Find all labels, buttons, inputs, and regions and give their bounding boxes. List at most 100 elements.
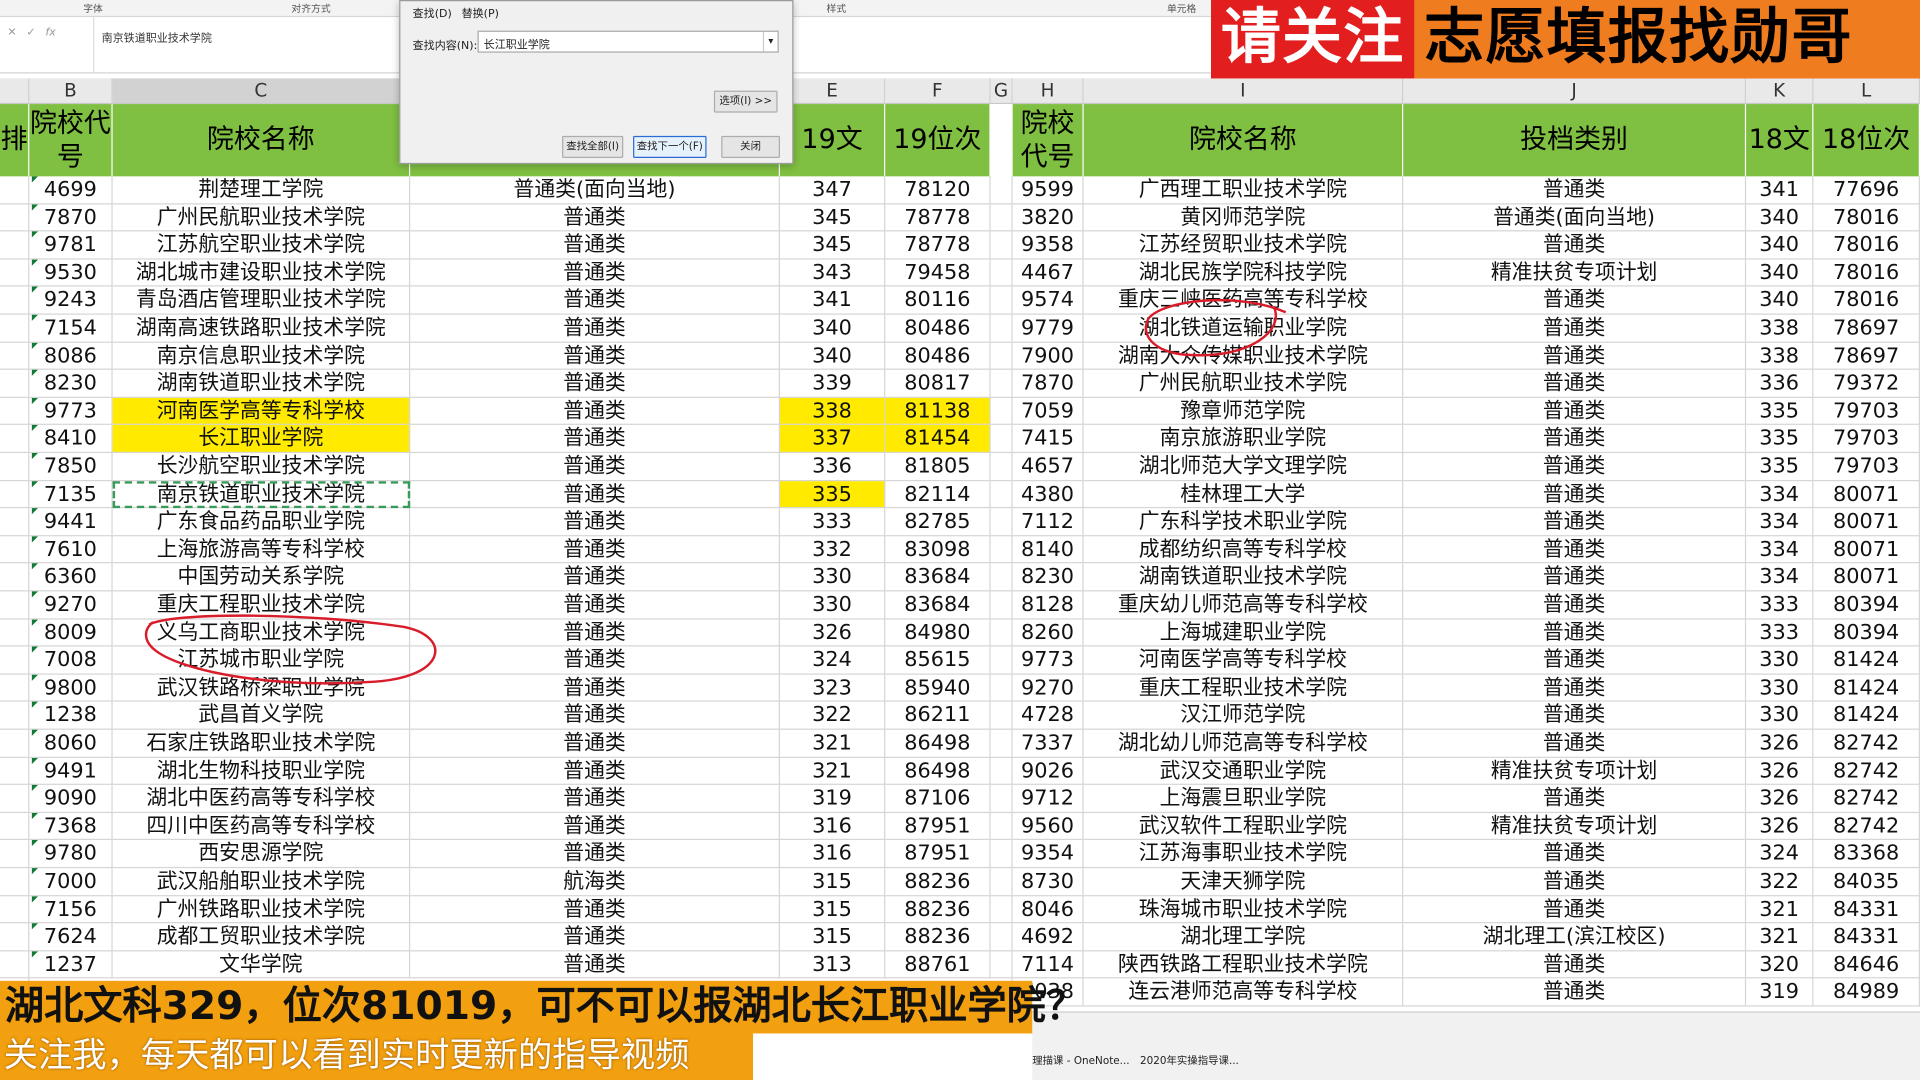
right-cell-score[interactable]: 321 bbox=[1746, 895, 1814, 924]
right-cell-score[interactable]: 330 bbox=[1746, 702, 1814, 730]
left-cell-type[interactable]: 普通类 bbox=[410, 729, 781, 758]
left-cell-score[interactable]: 332 bbox=[780, 536, 886, 564]
right-cell-type[interactable]: 普通类 bbox=[1403, 619, 1747, 647]
left-cell-type[interactable]: 普通类 bbox=[410, 259, 781, 288]
confirm-icon[interactable]: ✓ bbox=[26, 27, 35, 44]
right-cell-score[interactable]: 340 bbox=[1746, 203, 1814, 232]
left-cell-score[interactable]: 319 bbox=[780, 785, 886, 813]
right-cell-name[interactable]: 珠海城市职业技术学院 bbox=[1083, 895, 1404, 924]
left-cell-name[interactable]: 武汉铁路桥梁职业学院 bbox=[112, 674, 411, 703]
left-cell-code[interactable]: 6360 bbox=[29, 563, 113, 592]
right-cell-code[interactable]: 3820 bbox=[1012, 203, 1084, 232]
left-cell-name[interactable]: 中国劳动关系学院 bbox=[112, 563, 411, 592]
right-cell-type[interactable]: 普通类 bbox=[1403, 646, 1747, 675]
right-cell-name[interactable]: 上海城建职业学院 bbox=[1083, 619, 1404, 647]
right-cell-score[interactable]: 336 bbox=[1746, 370, 1814, 398]
left-cell-score[interactable]: 315 bbox=[780, 895, 886, 924]
right-cell-name[interactable]: 湖北铁道运输职业学院 bbox=[1083, 314, 1404, 343]
right-cell-rank[interactable]: 84646 bbox=[1813, 951, 1920, 979]
left-cell-rank[interactable]: 83684 bbox=[885, 591, 991, 620]
left-cell-code[interactable]: 9090 bbox=[29, 785, 113, 813]
edge-cell[interactable] bbox=[0, 342, 30, 371]
left-cell-score[interactable]: 340 bbox=[780, 314, 886, 343]
left-cell-type[interactable]: 普通类 bbox=[410, 480, 781, 509]
left-cell-code[interactable]: 7000 bbox=[29, 868, 113, 896]
right-cell-code[interactable]: 7870 bbox=[1012, 370, 1084, 398]
left-cell-score[interactable]: 330 bbox=[780, 563, 886, 592]
left-cell-name[interactable]: 长江职业学院 bbox=[112, 425, 411, 454]
right-cell-code[interactable]: 9574 bbox=[1012, 287, 1084, 315]
left-cell-type[interactable]: 普通类 bbox=[410, 314, 781, 343]
left-cell-type[interactable]: 普通类 bbox=[410, 563, 781, 592]
right-cell-rank[interactable]: 78016 bbox=[1813, 287, 1920, 315]
right-cell-type[interactable]: 普通类 bbox=[1403, 978, 1747, 1007]
right-cell-name[interactable]: 湖北民族学院科技学院 bbox=[1083, 259, 1404, 288]
left-cell-code[interactable]: 9781 bbox=[29, 231, 113, 260]
right-cell-code[interactable]: 9354 bbox=[1012, 840, 1084, 869]
left-cell-code[interactable]: 7156 bbox=[29, 895, 113, 924]
left-cell-score[interactable]: 321 bbox=[780, 729, 886, 758]
right-cell-type[interactable]: 普通类 bbox=[1403, 397, 1747, 426]
ribbon-group-font[interactable]: 字体 bbox=[83, 2, 103, 15]
gap-cell[interactable] bbox=[990, 480, 1013, 509]
left-cell-rank[interactable]: 80486 bbox=[885, 342, 991, 371]
right-cell-score[interactable]: 340 bbox=[1746, 259, 1814, 288]
left-cell-code[interactable]: 7135 bbox=[29, 480, 113, 509]
left-cell-name[interactable]: 广州铁路职业技术学院 bbox=[112, 895, 411, 924]
left-cell-rank[interactable]: 80486 bbox=[885, 314, 991, 343]
right-cell-type[interactable]: 普通类 bbox=[1403, 453, 1747, 481]
left-cell-score[interactable]: 315 bbox=[780, 868, 886, 896]
left-cell-name[interactable]: 南京信息职业技术学院 bbox=[112, 342, 411, 371]
left-cell-rank[interactable]: 87951 bbox=[885, 812, 991, 841]
right-cell-type[interactable]: 普通类 bbox=[1403, 425, 1747, 454]
right-cell-code[interactable]: 8230 bbox=[1012, 563, 1084, 592]
left-cell-rank[interactable]: 86211 bbox=[885, 702, 991, 730]
edge-cell[interactable] bbox=[0, 923, 30, 952]
left-cell-name[interactable]: 西安思源学院 bbox=[112, 840, 411, 869]
gap-cell[interactable] bbox=[990, 397, 1013, 426]
right-cell-rank[interactable]: 77696 bbox=[1813, 176, 1920, 204]
left-cell-rank[interactable]: 79458 bbox=[885, 259, 991, 288]
right-cell-code[interactable]: 4467 bbox=[1012, 259, 1084, 288]
edge-cell[interactable] bbox=[0, 176, 30, 204]
right-cell-name[interactable]: 广州民航职业技术学院 bbox=[1083, 370, 1404, 398]
left-cell-name[interactable]: 长沙航空职业技术学院 bbox=[112, 453, 411, 481]
left-cell-score[interactable]: 313 bbox=[780, 951, 886, 979]
left-cell-rank[interactable]: 78778 bbox=[885, 231, 991, 260]
right-cell-rank[interactable]: 82742 bbox=[1813, 729, 1920, 758]
right-cell-rank[interactable]: 81424 bbox=[1813, 646, 1920, 675]
gap-cell[interactable] bbox=[990, 563, 1013, 592]
right-cell-score[interactable]: 321 bbox=[1746, 923, 1814, 952]
gap-cell[interactable] bbox=[990, 812, 1013, 841]
right-cell-name[interactable]: 连云港师范高等专科学校 bbox=[1083, 978, 1404, 1007]
right-cell-score[interactable]: 334 bbox=[1746, 508, 1814, 537]
right-cell-code[interactable]: 9270 bbox=[1012, 674, 1084, 703]
right-cell-score[interactable]: 334 bbox=[1746, 536, 1814, 564]
left-cell-rank[interactable]: 81138 bbox=[885, 397, 991, 426]
gap-cell[interactable] bbox=[990, 342, 1013, 371]
right-cell-name[interactable]: 广东科学技术职业学院 bbox=[1083, 508, 1404, 537]
edge-cell[interactable] bbox=[0, 480, 30, 509]
left-cell-code[interactable]: 7368 bbox=[29, 812, 113, 841]
left-cell-code[interactable]: 9530 bbox=[29, 259, 113, 288]
gap-cell[interactable] bbox=[990, 203, 1013, 232]
options-button[interactable]: 选项(I) >> bbox=[713, 90, 778, 113]
right-cell-type[interactable]: 普通类 bbox=[1403, 591, 1747, 620]
left-cell-rank[interactable]: 88761 bbox=[885, 951, 991, 979]
right-cell-code[interactable]: 7059 bbox=[1012, 397, 1084, 426]
left-cell-type[interactable]: 普通类 bbox=[410, 397, 781, 426]
ribbon-group-align[interactable]: 对齐方式 bbox=[291, 2, 330, 15]
left-cell-name[interactable]: 重庆工程职业技术学院 bbox=[112, 591, 411, 620]
right-cell-name[interactable]: 黄冈师范学院 bbox=[1083, 203, 1404, 232]
right-cell-type[interactable]: 普通类 bbox=[1403, 868, 1747, 896]
gap-cell[interactable] bbox=[990, 785, 1013, 813]
edge-cell[interactable] bbox=[0, 425, 30, 454]
right-cell-type[interactable]: 普通类 bbox=[1403, 674, 1747, 703]
right-cell-rank[interactable]: 79703 bbox=[1813, 397, 1920, 426]
gap-cell[interactable] bbox=[990, 314, 1013, 343]
edge-cell[interactable] bbox=[0, 895, 30, 924]
right-cell-type[interactable]: 普通类 bbox=[1403, 951, 1747, 979]
left-cell-name[interactable]: 湖南高速铁路职业技术学院 bbox=[112, 314, 411, 343]
edge-cell[interactable] bbox=[0, 203, 30, 232]
left-cell-rank[interactable]: 88236 bbox=[885, 895, 991, 924]
